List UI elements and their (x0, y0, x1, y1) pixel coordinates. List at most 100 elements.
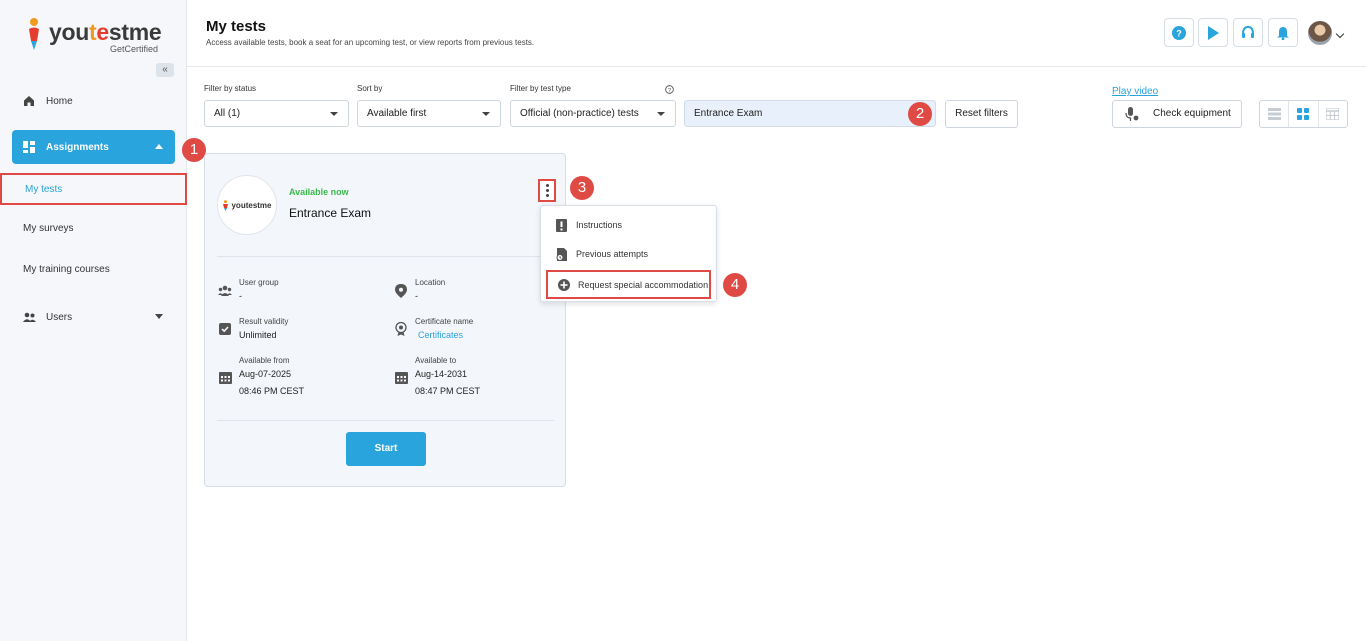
page-title: My tests (206, 18, 267, 35)
filter-type-value: Official (non-practice) tests (520, 108, 639, 119)
play-tour-button[interactable] (1198, 18, 1228, 47)
sort-select[interactable]: Available first (357, 100, 501, 127)
menu-item-label: Request special accommodation (578, 279, 709, 290)
test-options-menu: Instructions Previous attempts Request s… (540, 205, 717, 302)
menu-item-label: Previous attempts (576, 249, 649, 259)
test-logo: youtestme (217, 175, 277, 235)
menu-item-label: Instructions (576, 220, 623, 230)
logo-pin-icon (223, 199, 229, 211)
available-from-label: Available from (239, 356, 290, 365)
sidebar-item-assignments[interactable]: Assignments (12, 130, 175, 164)
play-video-link[interactable]: Play video (1112, 86, 1158, 97)
check-equipment-label: Check equipment (1153, 108, 1231, 119)
user-group-value: - (239, 291, 242, 301)
step-marker-2: 2 (908, 102, 932, 126)
bell-icon (1277, 26, 1289, 40)
chevron-down-icon (155, 314, 163, 319)
logo-tagline: GetCertified (110, 44, 159, 54)
filter-status-select[interactable]: All (1) (204, 100, 349, 127)
available-to-time: 08:47 PM CEST (415, 386, 481, 396)
location-label: Location (415, 278, 446, 287)
available-from-date: Aug-07-2025 (239, 369, 292, 379)
chevron-down-icon (657, 112, 665, 116)
chevron-up-icon (155, 144, 163, 149)
dashboard-icon (22, 140, 36, 154)
sidebar-item-home[interactable]: Home (12, 84, 175, 118)
reset-filters-button[interactable]: Reset filters (945, 100, 1018, 128)
page-subtitle: Access available tests, book a seat for … (206, 38, 535, 47)
logo-pin-icon (29, 18, 39, 50)
status-badge: Available now (289, 187, 349, 197)
calendar-view-button[interactable] (1319, 101, 1347, 127)
chevron-down-icon[interactable] (1335, 29, 1345, 39)
user-group-label: User group (239, 278, 279, 287)
list-view-button[interactable] (1260, 101, 1290, 127)
kebab-dot (545, 194, 549, 197)
grid-icon (1297, 108, 1310, 120)
sort-label: Sort by (357, 84, 383, 93)
chevron-down-icon (482, 112, 490, 116)
avatar[interactable] (1308, 21, 1332, 45)
history-icon (555, 247, 568, 261)
sidebar-item-label: Assignments (46, 141, 109, 153)
result-validity-label: Result validity (239, 317, 289, 326)
sidebar-subitem-my-tests[interactable]: My tests (0, 173, 187, 205)
instructions-icon (555, 218, 568, 232)
collapse-sidebar-button[interactable]: « (156, 63, 174, 77)
filter-type-select[interactable]: Official (non-practice) tests (510, 100, 676, 127)
header-divider (187, 66, 1366, 67)
sidebar: youtestme GetCertified « Home Assignment… (0, 0, 206, 641)
kebab-dot (545, 184, 549, 187)
certificate-icon (394, 322, 408, 336)
kebab-dot (545, 189, 549, 192)
filter-status-label: Filter by status (204, 84, 257, 93)
step-marker-4: 4 (723, 273, 747, 297)
microphone-icon (1125, 107, 1139, 121)
support-button[interactable] (1233, 18, 1263, 47)
user-group-icon (218, 284, 232, 298)
available-to-date: Aug-14-2031 (415, 369, 468, 379)
menu-item-instructions[interactable]: Instructions (541, 212, 718, 238)
card-divider (217, 256, 554, 257)
grid-view-button[interactable] (1289, 101, 1319, 127)
sidebar-subitem-my-training-courses[interactable]: My training courses (0, 255, 187, 287)
headset-icon (1242, 25, 1254, 38)
location-pin-icon (394, 284, 408, 298)
check-equipment-button[interactable]: Check equipment (1112, 100, 1242, 128)
list-icon (1267, 108, 1281, 120)
menu-item-previous-attempts[interactable]: Previous attempts (541, 241, 718, 267)
badge-check-icon (218, 322, 232, 336)
view-toggle-group (1259, 100, 1348, 128)
filter-status-value: All (1) (214, 108, 241, 119)
test-logo-text: youtestme (231, 200, 272, 210)
sidebar-item-label: Home (46, 95, 73, 107)
help-button[interactable]: ? (1164, 18, 1194, 47)
more-options-button[interactable] (538, 179, 556, 202)
notifications-button[interactable] (1268, 18, 1298, 47)
home-icon (22, 94, 36, 108)
sidebar-item-label: Users (46, 311, 73, 323)
plus-circle-icon (557, 278, 570, 291)
sort-value: Available first (367, 108, 427, 119)
sidebar-item-users[interactable]: Users (12, 300, 175, 334)
svg-text:?: ? (1176, 28, 1182, 38)
step-marker-3: 3 (570, 176, 594, 200)
help-icon[interactable]: ? (665, 85, 674, 94)
card-divider (217, 420, 554, 421)
location-value: - (415, 291, 418, 301)
filter-type-label: Filter by test type (510, 84, 571, 93)
test-card: youtestme Available now Entrance Exam Us… (204, 153, 566, 487)
start-button[interactable]: Start (346, 432, 426, 466)
menu-item-request-special-accommodation[interactable]: Request special accommodation (546, 270, 711, 299)
certificates-link[interactable]: Certificates (418, 330, 463, 340)
step-marker-1: 1 (182, 138, 206, 162)
test-title: Entrance Exam (289, 206, 372, 220)
search-input[interactable]: Entrance Exam (684, 100, 936, 127)
chevron-down-icon (330, 112, 338, 116)
sidebar-subitem-my-surveys[interactable]: My surveys (0, 214, 187, 246)
help-icon: ? (1172, 25, 1186, 40)
available-to-label: Available to (415, 356, 457, 365)
logo[interactable]: youtestme GetCertified (25, 15, 165, 57)
calendar-icon (1326, 108, 1340, 120)
available-from-time: 08:46 PM CEST (239, 386, 305, 396)
